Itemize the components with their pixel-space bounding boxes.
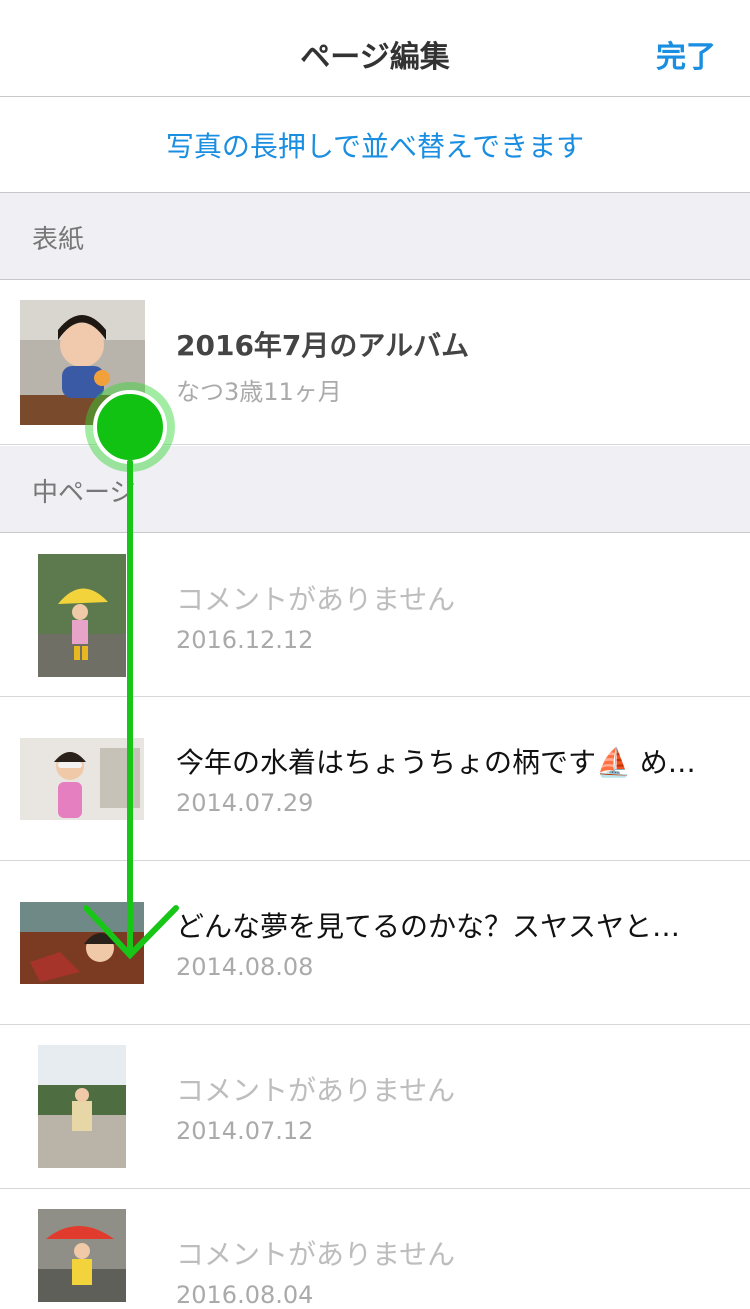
page-photo[interactable] xyxy=(38,554,126,677)
page-row[interactable]: コメントがありません 2016.08.04 xyxy=(0,1189,750,1309)
page-title-text: どんな夢を見てるのかな？スヤスヤと… xyxy=(176,910,681,943)
page-date: 2014.07.29 xyxy=(176,789,314,817)
page-title-text: コメントがありません xyxy=(176,583,456,616)
page-row[interactable]: コメントがありません 2014.07.12 xyxy=(0,1025,750,1189)
page-title-text: コメントがありません xyxy=(176,1238,456,1271)
cover-photo[interactable] xyxy=(20,300,145,425)
page-row[interactable]: コメントがありません 2016.12.12 xyxy=(0,534,750,697)
cover-title: 2016年7月のアルバム xyxy=(176,329,470,362)
done-button[interactable]: 完了 xyxy=(656,32,716,76)
navigation-bar: ページ編集 完了 xyxy=(0,0,750,97)
page-title-text: コメントがありません xyxy=(176,1074,456,1107)
section-header-inner: 中ページ xyxy=(0,446,750,533)
cover-subtitle: なつ3歳11ヶ月 xyxy=(176,378,342,406)
page-date: 2014.08.08 xyxy=(176,953,314,981)
page-row[interactable]: どんな夢を見てるのかな？スヤスヤと… 2014.08.08 xyxy=(0,861,750,1025)
page-photo[interactable] xyxy=(20,902,144,984)
page-date: 2014.07.12 xyxy=(176,1117,314,1145)
page-title: ページ編集 xyxy=(300,40,450,75)
section-header-cover: 表紙 xyxy=(0,193,750,280)
page-date: 2016.12.12 xyxy=(176,626,314,654)
page-photo[interactable] xyxy=(38,1045,126,1168)
page-date: 2016.08.04 xyxy=(176,1281,314,1309)
page-photo[interactable] xyxy=(38,1209,126,1302)
page-title-text: 今年の水着はちょうちょの柄です⛵ め… xyxy=(176,746,696,779)
reorder-hint: 写真の長押しで並べ替えできます xyxy=(0,97,750,193)
page-row[interactable]: 今年の水着はちょうちょの柄です⛵ め… 2014.07.29 xyxy=(0,697,750,861)
page-photo[interactable] xyxy=(20,738,144,820)
cover-row[interactable]: 2016年7月のアルバム なつ3歳11ヶ月 xyxy=(0,280,750,445)
